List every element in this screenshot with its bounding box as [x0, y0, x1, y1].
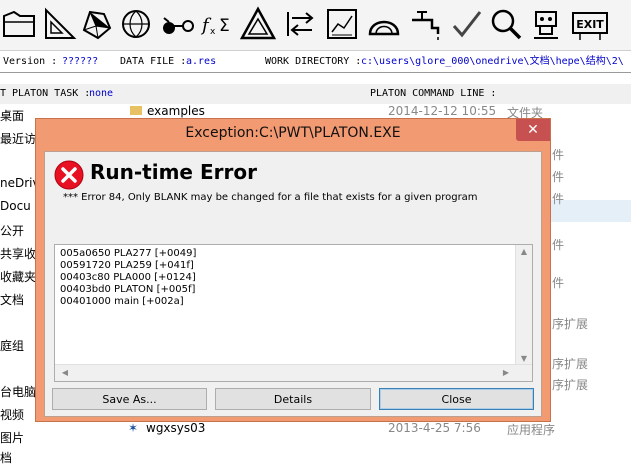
wgxsys03-file-date: 2013-4-25 7:56 — [388, 421, 481, 435]
scroll-down-arrow-icon[interactable]: ▼ — [516, 354, 532, 363]
sidebar-item[interactable]: 图片 — [0, 429, 24, 446]
datafile-label: DATA FILE : — [120, 56, 187, 67]
stack-trace-line: 005a0650 PLA277 [+0049] — [60, 248, 197, 259]
file-type-fragment: 件 — [552, 148, 565, 162]
wgxsys03-file-name[interactable]: wgxsys03 — [146, 421, 205, 435]
sidebar-item[interactable]: neDriv — [0, 176, 40, 190]
stack-trace-line: 00403c80 PLA000 [+0124] — [60, 272, 196, 283]
details-button[interactable]: Details — [215, 388, 371, 410]
function-sum-tool-icon[interactable]: fxΣ — [198, 4, 238, 44]
polyhedron-tool-icon[interactable] — [76, 4, 116, 44]
version-label: Version : — [3, 56, 58, 67]
file-type-fragment: 序扩展 — [552, 317, 589, 331]
helmet-tool-icon[interactable] — [364, 4, 404, 44]
workdir-value: c:\users\glore_000\onedrive\文档\hepe\结构\2… — [361, 56, 624, 67]
svg-text:Σ: Σ — [219, 16, 230, 36]
file-type-fragment: 件 — [552, 238, 565, 252]
file-type-fragment: 件 — [552, 192, 565, 206]
task-value: none — [89, 88, 114, 99]
scroll-right-arrow-icon[interactable]: ▶ — [498, 368, 514, 377]
version-value: ?????? — [62, 56, 99, 67]
triangle-tool-icon[interactable] — [238, 4, 278, 44]
scroll-left-arrow-icon[interactable]: ◀ — [57, 368, 73, 377]
sidebar-item[interactable]: 文档 — [0, 291, 24, 308]
stack-trace-lines: 005a0650 PLA277 [+0049] 00591720 PLA259 … — [60, 248, 196, 308]
file-type-fragment: 序扩展 — [552, 378, 589, 392]
close-button[interactable]: Close — [379, 388, 534, 410]
robot-tool-icon[interactable] — [526, 4, 566, 44]
sidebar-item[interactable]: 视频 — [0, 406, 24, 423]
exception-dialog: Exception:C:\PWT\PLATON.EXE ✕ Run-time E… — [35, 118, 551, 422]
sidebar-item[interactable]: Docu — [0, 199, 31, 213]
checkmark-tool-icon[interactable] — [446, 4, 486, 44]
dialog-body: Run-time Error *** Error 84, Only BLANK … — [44, 151, 542, 417]
examples-folder-icon — [130, 104, 142, 118]
task-label: T PLATON TASK : — [0, 88, 91, 99]
file-type-fragment: 序扩展 — [552, 357, 589, 371]
svg-text:x: x — [210, 27, 216, 37]
arrows-tool-icon[interactable] — [280, 4, 320, 44]
stack-trace-box[interactable]: 005a0650 PLA277 [+0049] 00591720 PLA259 … — [54, 244, 533, 382]
horizontal-scrollbar[interactable]: ◀ ▶ — [55, 364, 532, 381]
save-as-button[interactable]: Save As... — [52, 388, 207, 410]
examples-folder-name[interactable]: examples — [147, 104, 205, 118]
wgxsys03-file-type: 应用程序 — [507, 423, 556, 437]
scroll-up-arrow-icon[interactable]: ▲ — [516, 247, 532, 256]
faucet-tool-icon[interactable] — [406, 4, 446, 44]
info-bar: Version : ?????? DATA FILE : a.res WORK … — [0, 51, 631, 73]
error-heading: Run-time Error — [90, 160, 257, 184]
folder-tool-icon[interactable] — [0, 4, 40, 44]
toolbar: fxΣ EXIT — [0, 0, 631, 51]
exit-tool-icon[interactable]: EXIT — [570, 4, 610, 44]
sidebar-item[interactable]: 档 — [0, 449, 12, 466]
sidebar-item[interactable]: 庭组 — [0, 337, 24, 354]
datafile-value: a.res — [186, 56, 217, 67]
dialog-close-button[interactable]: ✕ — [516, 119, 550, 141]
molecule-tool-icon[interactable] — [158, 4, 198, 44]
sidebar-item[interactable]: 最近访 — [0, 130, 36, 147]
workdir-label: WORK DIRECTORY : — [265, 56, 362, 67]
task-bar: T PLATON TASK : none PLATON COMMAND LINE… — [0, 84, 631, 104]
examples-folder-date: 2014-12-12 10:55 — [388, 104, 497, 118]
sidebar-item[interactable]: 公开 — [0, 222, 24, 239]
stack-trace-line: 00401000 main [+002a] — [60, 296, 184, 307]
set-square-tool-icon[interactable] — [40, 4, 80, 44]
globe-tool-icon[interactable] — [116, 4, 156, 44]
sidebar-item[interactable]: 共享收 — [0, 245, 36, 262]
vertical-scrollbar[interactable]: ▲ ▼ — [515, 245, 532, 365]
app-star-icon: ✶ — [128, 421, 139, 435]
stack-trace-line: 00591720 PLA259 [+041f] — [60, 260, 194, 271]
stack-trace-line: 00403bd0 PLATON [+005f] — [60, 284, 196, 295]
file-type-fragment: 件 — [552, 276, 565, 290]
magnifier-tool-icon[interactable] — [486, 4, 526, 44]
error-icon — [54, 160, 84, 190]
chart-tool-icon[interactable] — [322, 4, 362, 44]
command-line-label: PLATON COMMAND LINE : — [370, 88, 497, 99]
error-message: *** Error 84, Only BLANK may be changed … — [63, 192, 478, 203]
exit-label: EXIT — [576, 18, 604, 31]
file-type-fragment: 件 — [552, 170, 565, 184]
sidebar-item[interactable]: 收藏夹 — [0, 268, 36, 285]
sidebar-item[interactable]: 台电脑 — [0, 383, 36, 400]
dialog-title: Exception:C:\PWT\PLATON.EXE — [185, 125, 401, 141]
sidebar-item[interactable]: 桌面 — [0, 107, 24, 124]
